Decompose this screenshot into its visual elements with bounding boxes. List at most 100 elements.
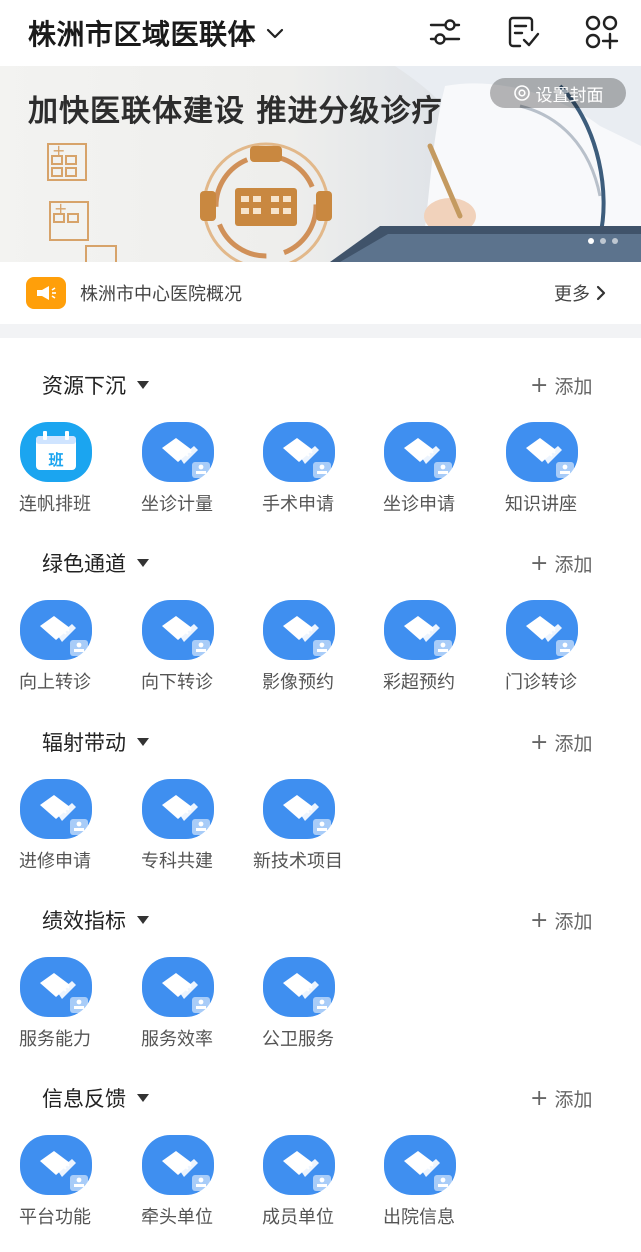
- more-label: 更多: [554, 284, 590, 305]
- section-performance: 绩效指标 + 添加服务能力 服务效率 公卫服务: [0, 905, 641, 1065]
- handshake-icon: [140, 420, 216, 484]
- app-item[interactable]: 专科共建: [122, 777, 232, 877]
- notice-text[interactable]: 株洲市中心医院概况: [80, 280, 242, 306]
- app-item-label: 坐诊申请: [383, 494, 455, 515]
- app-item-label: 连帆排班: [19, 494, 91, 515]
- app-item[interactable]: 服务效率: [122, 955, 232, 1055]
- app-item[interactable]: 坐诊计量: [122, 420, 232, 520]
- app-item[interactable]: 知识讲座: [486, 420, 596, 520]
- app-item-label: 门诊转诊: [505, 672, 577, 693]
- app-item[interactable]: 平台功能: [0, 1133, 110, 1233]
- handshake-icon: [261, 1133, 337, 1197]
- section-title: 绿色通道: [42, 552, 126, 576]
- section-title: 绩效指标: [42, 909, 126, 933]
- section-header[interactable]: 绩效指标: [42, 905, 150, 935]
- plus-icon: +: [530, 729, 549, 755]
- app-item[interactable]: 彩超预约: [364, 598, 474, 698]
- section-title: 信息反馈: [42, 1087, 126, 1111]
- chevron-down-icon: [266, 28, 284, 39]
- app-header: 株洲市区域医联体: [0, 0, 641, 66]
- plus-icon: +: [530, 1085, 549, 1111]
- filter-sliders-icon[interactable]: [427, 14, 463, 50]
- section-header[interactable]: 信息反馈: [42, 1083, 150, 1113]
- handshake-icon: [504, 598, 580, 662]
- app-item-label: 手术申请: [262, 494, 334, 515]
- app-item-label: 彩超预约: [383, 672, 455, 693]
- app-item[interactable]: 向下转诊: [122, 598, 232, 698]
- app-item[interactable]: 新技术项目: [243, 777, 353, 877]
- add-button[interactable]: + 添加: [530, 1083, 592, 1113]
- plus-icon: +: [530, 907, 549, 933]
- section-header[interactable]: 资源下沉: [42, 370, 150, 400]
- app-item-label: 向上转诊: [19, 672, 91, 693]
- section-header[interactable]: 辐射带动: [42, 727, 150, 757]
- add-label: 添加: [554, 910, 593, 933]
- section-title: 资源下沉: [42, 374, 126, 398]
- section-outreach: 辐射带动 + 添加进修申请 专科共建 新技术项目: [0, 727, 641, 887]
- handshake-icon: [261, 955, 337, 1019]
- handshake-icon: [18, 598, 94, 662]
- org-switcher[interactable]: 株洲市区域医联体: [28, 12, 286, 54]
- add-button[interactable]: + 添加: [530, 548, 592, 578]
- app-item-label: 坐诊计量: [141, 494, 213, 515]
- add-app-icon[interactable]: [584, 14, 620, 50]
- handshake-icon: [140, 1133, 216, 1197]
- handshake-icon: [18, 1133, 94, 1197]
- svg-text:班: 班: [48, 451, 63, 469]
- page-title: 株洲市区域医联体: [28, 18, 257, 51]
- notice-bar[interactable]: 株洲市中心医院概况 更多: [0, 262, 641, 324]
- handshake-icon: [18, 777, 94, 841]
- add-label: 添加: [554, 553, 593, 576]
- app-item[interactable]: 服务能力: [0, 955, 110, 1055]
- app-item-label: 公卫服务: [262, 1029, 334, 1050]
- plus-icon: +: [530, 372, 549, 398]
- app-item-label: 影像预约: [262, 672, 334, 693]
- app-item-label: 服务效率: [141, 1029, 213, 1050]
- banner-carousel[interactable]: + + 加快医联体建设 推进分级诊疗 设置封面: [0, 66, 641, 262]
- checklist-icon[interactable]: [505, 14, 541, 50]
- carousel-dot[interactable]: [612, 238, 618, 244]
- megaphone-icon: [26, 277, 66, 309]
- handshake-icon: [504, 420, 580, 484]
- set-cover-button[interactable]: 设置封面: [490, 78, 626, 108]
- section-feedback: 信息反馈 + 添加平台功能 牵头单位 成员单位 出院信息: [0, 1083, 641, 1243]
- section-title: 辐射带动: [42, 731, 126, 755]
- app-item-label: 专科共建: [141, 851, 213, 872]
- add-button[interactable]: + 添加: [530, 727, 592, 757]
- app-item[interactable]: 班连帆排班: [0, 420, 110, 520]
- carousel-dot[interactable]: [600, 238, 606, 244]
- app-item-label: 向下转诊: [141, 672, 213, 693]
- app-item-label: 新技术项目: [253, 851, 343, 872]
- calendar-ban-icon: 班: [18, 420, 94, 484]
- add-button[interactable]: + 添加: [530, 905, 592, 935]
- carousel-dot[interactable]: [588, 238, 594, 244]
- app-item[interactable]: 手术申请: [243, 420, 353, 520]
- app-item[interactable]: 坐诊申请: [364, 420, 474, 520]
- handshake-icon: [18, 955, 94, 1019]
- app-item[interactable]: 成员单位: [243, 1133, 353, 1233]
- section-header[interactable]: 绿色通道: [42, 548, 150, 578]
- add-button[interactable]: + 添加: [530, 370, 592, 400]
- app-item-label: 知识讲座: [505, 494, 577, 515]
- more-link[interactable]: 更多: [554, 280, 608, 306]
- caret-down-icon: [137, 381, 149, 389]
- app-item-label: 成员单位: [262, 1207, 334, 1228]
- app-item-label: 牵头单位: [141, 1207, 213, 1228]
- app-item[interactable]: 公卫服务: [243, 955, 353, 1055]
- app-item[interactable]: 门诊转诊: [486, 598, 596, 698]
- svg-text:+: +: [54, 199, 67, 218]
- app-item[interactable]: 进修申请: [0, 777, 110, 877]
- handshake-icon: [261, 420, 337, 484]
- add-label: 添加: [554, 732, 593, 755]
- app-item[interactable]: 出院信息: [364, 1133, 474, 1233]
- handshake-icon: [382, 420, 458, 484]
- app-item-label: 进修申请: [19, 851, 91, 872]
- app-item[interactable]: 影像预约: [243, 598, 353, 698]
- app-item[interactable]: 向上转诊: [0, 598, 110, 698]
- caret-down-icon: [137, 1094, 149, 1102]
- app-item[interactable]: 牵头单位: [122, 1133, 232, 1233]
- handshake-icon: [261, 598, 337, 662]
- chevron-right-icon: [596, 285, 606, 301]
- caret-down-icon: [137, 559, 149, 567]
- plus-icon: +: [530, 550, 549, 576]
